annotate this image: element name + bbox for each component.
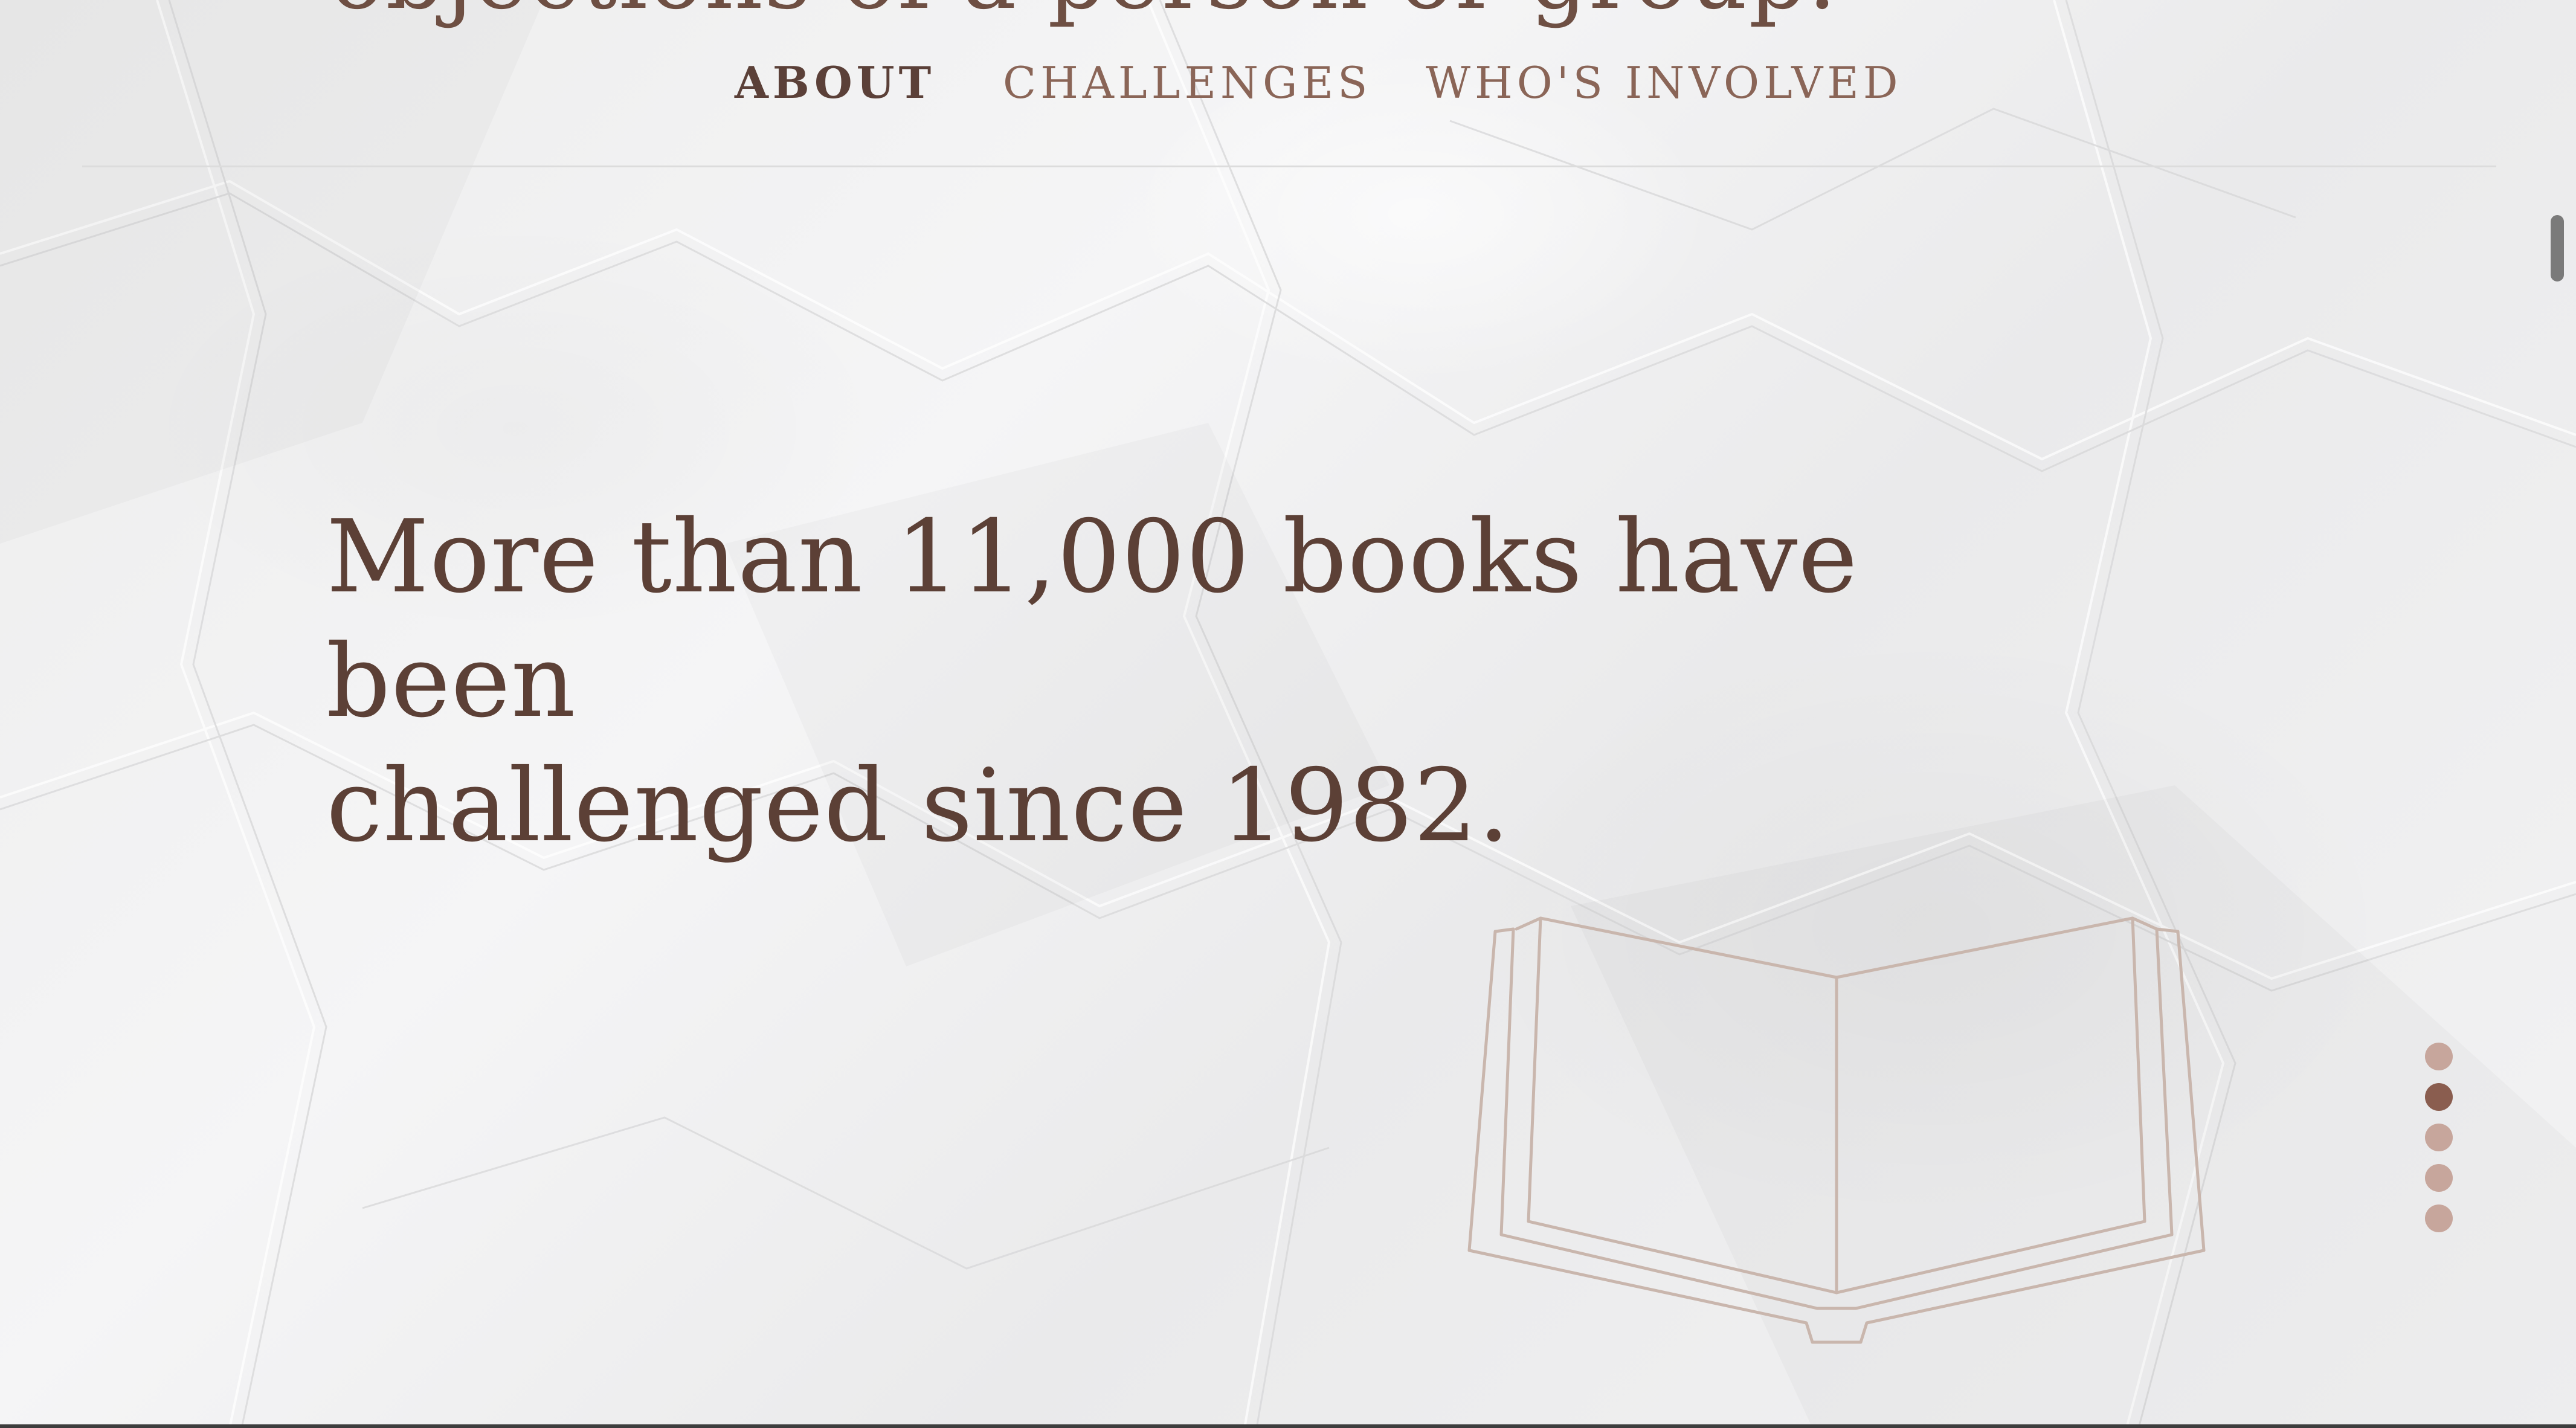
open-book-icon xyxy=(1462,876,2247,1359)
nav-tab-whos-involved[interactable]: WHO'S INVOLVED xyxy=(1426,56,1902,110)
statement-line-1: More than 11,000 books have been xyxy=(326,499,1858,740)
pager-dot-2-active[interactable] xyxy=(2425,1083,2453,1111)
pager-dot-3[interactable] xyxy=(2425,1124,2453,1151)
nav-divider xyxy=(82,166,2496,167)
main-statement: More than 11,000 books have been challen… xyxy=(326,495,1957,869)
pager-dot-5[interactable] xyxy=(2425,1204,2453,1232)
section-pager xyxy=(2424,1043,2454,1245)
statement-line-2: challenged since 1982. xyxy=(326,748,1511,864)
window-bottom-edge xyxy=(0,1424,2576,1428)
scrollbar-thumb[interactable] xyxy=(2551,215,2564,281)
section-nav: ABOUT CHALLENGES WHO'S INVOLVED xyxy=(0,56,2576,110)
pager-dot-4[interactable] xyxy=(2425,1164,2453,1192)
section-heading-partial: objections of a person or group. xyxy=(330,0,1838,31)
page: { "hero": { "heading_partial": "objectio… xyxy=(0,0,2576,1428)
nav-tab-about[interactable]: ABOUT xyxy=(735,56,935,110)
pager-dot-1[interactable] xyxy=(2425,1043,2453,1070)
nav-tab-challenges[interactable]: CHALLENGES xyxy=(1003,56,1371,110)
